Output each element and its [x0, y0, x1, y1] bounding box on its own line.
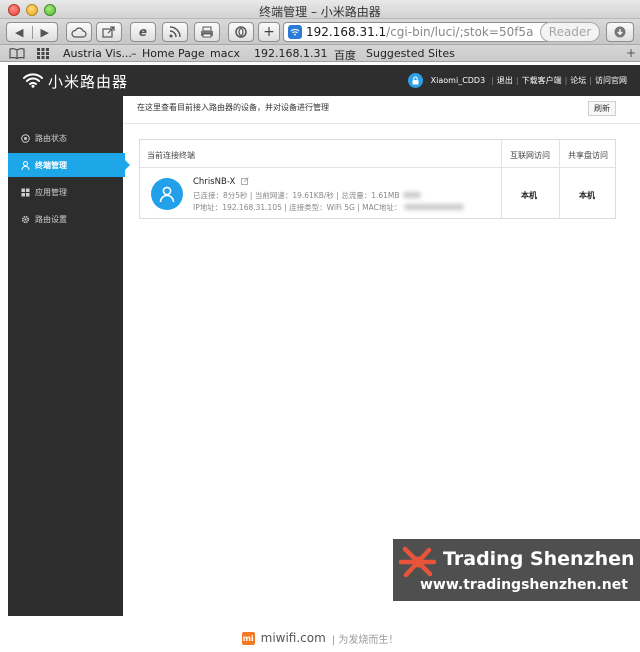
sidebar-item-label: 应用管理 [35, 187, 67, 197]
table-header: 当前连接终端 互联网访问 共享盘访问 [140, 140, 615, 168]
share-access-value[interactable]: 本机 [579, 190, 595, 201]
watermark-url: www.tradingshenzhen.net [420, 577, 628, 593]
user-avatar-icon [407, 73, 423, 88]
footer: mi miwifi.com | 为发烧而生！ [0, 629, 640, 647]
device-network-info: IP地址：192.168.31.105 | 连接类型：WiFi 5G | MAC… [193, 202, 465, 213]
download-icon [614, 26, 626, 38]
header-separator: | [589, 76, 592, 85]
sidebar-item-label: 路由设置 [35, 214, 67, 224]
wifi-favicon-icon [288, 25, 302, 39]
printer-button[interactable] [194, 22, 220, 42]
sidebar-item-label: 终端管理 [35, 160, 67, 170]
url-path: /cgi-bin/luci/;stok=50f5a [386, 25, 534, 39]
refresh-button[interactable]: 刷新 [588, 101, 616, 116]
bookmark-item[interactable]: 192.168.1.31 [254, 47, 327, 60]
browser-toolbar: ◀ ▶ e + 192.168.31.1 /cgi-bin/luci/;stok… [0, 19, 640, 45]
app-header: 小米路由器 Xiaomi_CDD3 | 退出 | 下载客户端 | 论坛 | 访问… [8, 65, 640, 96]
wifi-logo-icon [23, 73, 43, 88]
address-bar[interactable]: 192.168.31.1 /cgi-bin/luci/;stok=50f5a [283, 22, 559, 42]
footer-slogan: | 为发烧而生！ [331, 634, 399, 646]
ie-button[interactable]: e [130, 22, 156, 42]
grid-icon [21, 188, 30, 197]
bookmark-item[interactable]: macx [210, 47, 240, 60]
col-header-internet: 互联网访问 [510, 151, 550, 160]
reader-button[interactable]: Reader [540, 22, 600, 42]
header-user-area: Xiaomi_CDD3 | 退出 | 下载客户端 | 论坛 | 访问官网 [407, 65, 630, 96]
url-host: 192.168.31.1 [306, 25, 387, 39]
back-icon[interactable]: ◀ [7, 25, 33, 39]
content-divider [123, 123, 640, 124]
share-button[interactable] [96, 22, 122, 42]
opera-button[interactable] [228, 22, 254, 42]
share-icon [102, 26, 115, 38]
mi-logo-icon: mi [241, 631, 255, 645]
device-stats: 已连接：8分5秒 | 当前网速：19.61KB/秒 | 总流量：1.61MB [193, 190, 421, 201]
device-name: ChrisNB-X [193, 177, 236, 187]
icloud-button[interactable] [66, 22, 92, 42]
device-name-row: ChrisNB-X [193, 177, 249, 187]
device-avatar-icon [151, 178, 183, 210]
edit-icon[interactable] [241, 177, 249, 185]
add-bookmark-button[interactable]: + [258, 22, 280, 42]
sidebar: 路由状态 终端管理 应用管理 路由设置 [8, 96, 130, 616]
header-separator: | [515, 76, 519, 85]
watermark-overlay: Trading Shenzhen www.tradingshenzhen.net [393, 539, 640, 601]
download-client-link[interactable]: 下载客户端 [522, 75, 562, 86]
redacted-value [402, 192, 421, 198]
forward-icon[interactable]: ▶ [33, 26, 58, 39]
download-button[interactable] [606, 22, 634, 42]
watermark-title: Trading Shenzhen [443, 548, 635, 570]
sidebar-item-device-management[interactable]: 终端管理 [8, 153, 130, 177]
bookmarks-bar: Austria Vis... – Home Page macx 192.168.… [0, 45, 640, 62]
page: 终端管理 – 小米路由器 ◀ ▶ e + 192.168.31.1 /cgi-b… [0, 0, 640, 652]
device-ip-info: IP地址：192.168.31.105 | 连接类型：WiFi 5G | MAC… [193, 203, 402, 212]
redacted-mac [404, 204, 465, 210]
app-logo-text: 小米路由器 [48, 73, 129, 91]
router-name-link[interactable]: Xiaomi_CDD3 [431, 76, 486, 85]
window-title: 终端管理 – 小米路由器 [259, 5, 381, 19]
bookmark-item[interactable]: Home Page [142, 47, 205, 60]
official-site-link[interactable]: 访问官网 [595, 75, 627, 86]
sidebar-item-app-management[interactable]: 应用管理 [8, 180, 123, 204]
opera-icon [235, 26, 247, 38]
col-header-share: 共享盘访问 [568, 151, 608, 160]
trading-shenzhen-logo [399, 546, 437, 578]
page-description: 在这里查看目前接入路由器的设备，并对设备进行管理 [137, 103, 329, 112]
logout-link[interactable]: 退出 [497, 75, 513, 86]
gear-icon [21, 215, 30, 224]
device-table: 当前连接终端 互联网访问 共享盘访问 ChrisNB-X 已连接：8分5秒 | … [139, 139, 616, 219]
sidebar-item-router-status[interactable]: 路由状态 [8, 126, 123, 150]
sidebar-item-label: 路由状态 [35, 133, 67, 143]
sidebar-item-router-settings[interactable]: 路由设置 [8, 207, 123, 231]
back-forward-group: ◀ ▶ [6, 22, 58, 42]
header-separator: | [491, 76, 494, 85]
window-titlebar: 终端管理 – 小米路由器 [0, 0, 640, 19]
ie-icon: e [138, 25, 148, 39]
rss-button[interactable] [162, 22, 188, 42]
new-tab-icon[interactable]: + [626, 46, 636, 60]
footer-site-link[interactable]: miwifi.com [261, 631, 326, 645]
internet-access-value[interactable]: 本机 [521, 190, 537, 201]
bookmark-item[interactable]: 百度 [334, 47, 356, 63]
plus-icon: + [263, 24, 275, 40]
device-connection-info: 已连接：8分5秒 | 当前网速：19.61KB/秒 | 总流量：1.61MB [193, 191, 400, 200]
cloud-icon [71, 27, 87, 38]
column-divider [559, 140, 560, 218]
reading-list-icon[interactable] [9, 48, 25, 59]
header-separator: | [564, 76, 568, 85]
bookmark-separator: – [131, 47, 137, 60]
rss-icon [169, 26, 181, 38]
status-icon [21, 133, 30, 143]
col-header-device: 当前连接终端 [147, 151, 195, 160]
top-sites-grid-icon[interactable] [37, 48, 49, 59]
bookmark-item[interactable]: Suggested Sites [366, 47, 455, 60]
bookmark-item[interactable]: Austria Vis... [63, 47, 132, 60]
user-icon [21, 160, 30, 170]
printer-icon [201, 26, 213, 38]
column-divider [501, 140, 502, 218]
forum-link[interactable]: 论坛 [570, 75, 586, 86]
